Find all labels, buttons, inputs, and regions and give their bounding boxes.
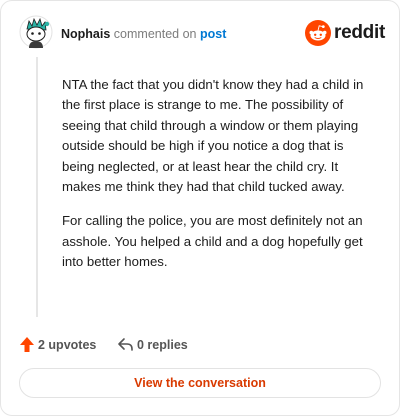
byline: Nophais commented on post [61, 26, 226, 42]
comment-paragraph: For calling the police, you are most def… [62, 213, 363, 270]
post-link[interactable]: post [200, 27, 226, 41]
comment-paragraph: NTA the fact that you didn't know they h… [62, 77, 364, 195]
thread-line [36, 57, 38, 317]
replies-count: 0 replies [137, 338, 188, 352]
upvotes-count: 2 upvotes [38, 338, 97, 352]
snoo-avatar-icon[interactable] [19, 15, 53, 49]
reddit-brand[interactable]: reddit [305, 20, 385, 46]
upvote-arrow-icon [20, 337, 34, 352]
byline-action-text: commented on [113, 27, 197, 41]
view-conversation-button[interactable]: View the conversation [19, 368, 381, 398]
username-link[interactable]: Nophais [61, 27, 110, 41]
reply-arrow-icon [118, 338, 133, 351]
comment-header: Nophais commented on post reddit [19, 15, 389, 51]
comment-embed-card: Nophais commented on post reddit NTA the… [0, 0, 400, 416]
reddit-logo-icon [305, 20, 331, 46]
reddit-wordmark: reddit [334, 22, 385, 43]
comment-actions: 2 upvotes 0 replies [19, 335, 379, 355]
comment-body: NTA the fact that you didn't know they h… [62, 75, 378, 287]
